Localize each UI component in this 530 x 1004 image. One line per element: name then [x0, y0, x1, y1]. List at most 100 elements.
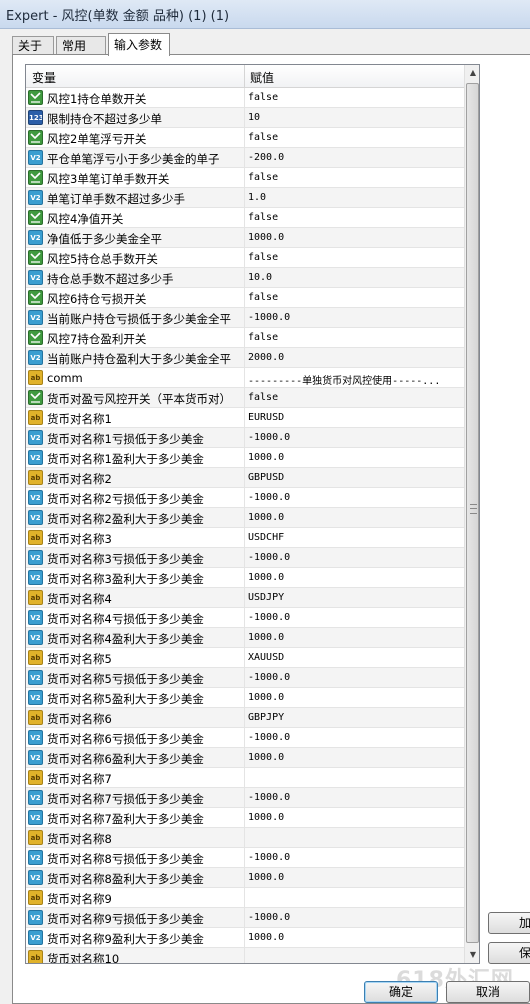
- parameter-row[interactable]: ab 货币对名称8: [26, 828, 464, 848]
- tab-input-parameters[interactable]: 输入参数: [108, 33, 170, 56]
- parameter-row[interactable]: V2 货币对名称4盈利大于多少美金 1000.0: [26, 628, 464, 648]
- scroll-down-arrow-icon[interactable]: ▼: [465, 947, 479, 963]
- parameter-row[interactable]: ab 货币对名称2 GBPUSD: [26, 468, 464, 488]
- parameter-row[interactable]: V2 净值低于多少美金全平 1000.0: [26, 228, 464, 248]
- parameter-value[interactable]: -1000.0: [248, 732, 460, 743]
- parameter-value[interactable]: 1000.0: [248, 232, 460, 243]
- parameter-value[interactable]: 1000.0: [248, 752, 460, 763]
- parameter-row[interactable]: V2 单笔订单手数不超过多少手 1.0: [26, 188, 464, 208]
- parameter-value[interactable]: false: [248, 172, 460, 183]
- parameter-value[interactable]: -1000.0: [248, 492, 460, 503]
- parameter-row[interactable]: V2 货币对名称1盈利大于多少美金 1000.0: [26, 448, 464, 468]
- parameter-row[interactable]: V2 货币对名称5盈利大于多少美金 1000.0: [26, 688, 464, 708]
- parameter-value[interactable]: -200.0: [248, 152, 460, 163]
- parameter-value[interactable]: -1000.0: [248, 672, 460, 683]
- parameter-row[interactable]: ab 货币对名称6 GBPJPY: [26, 708, 464, 728]
- parameter-row[interactable]: V2 货币对名称3盈利大于多少美金 1000.0: [26, 568, 464, 588]
- parameter-row[interactable]: V2 货币对名称8亏损低于多少美金 -1000.0: [26, 848, 464, 868]
- parameter-row[interactable]: V2 当前账户持仓亏损低于多少美金全平 -1000.0: [26, 308, 464, 328]
- vertical-scrollbar[interactable]: ▲ ▼: [464, 65, 479, 963]
- parameter-value[interactable]: false: [248, 292, 460, 303]
- parameter-value[interactable]: 1000.0: [248, 452, 460, 463]
- parameter-value[interactable]: false: [248, 132, 460, 143]
- tab-about[interactable]: 关于: [12, 36, 54, 55]
- parameter-row[interactable]: 风控7持仓盈利开关 false: [26, 328, 464, 348]
- parameter-value[interactable]: false: [248, 212, 460, 223]
- parameter-row[interactable]: V2 货币对名称9盈利大于多少美金 1000.0: [26, 928, 464, 948]
- parameter-value[interactable]: 2000.0: [248, 352, 460, 363]
- parameter-row[interactable]: ab 货币对名称9: [26, 888, 464, 908]
- parameter-row[interactable]: V2 货币对名称3亏损低于多少美金 -1000.0: [26, 548, 464, 568]
- parameter-value[interactable]: GBPJPY: [248, 712, 460, 723]
- parameter-row[interactable]: 货币对盈亏风控开关（平本货币对） false: [26, 388, 464, 408]
- parameter-row[interactable]: V2 货币对名称5亏损低于多少美金 -1000.0: [26, 668, 464, 688]
- parameter-row[interactable]: ab 货币对名称4 USDJPY: [26, 588, 464, 608]
- parameter-value[interactable]: EURUSD: [248, 412, 460, 423]
- parameter-row[interactable]: V2 货币对名称8盈利大于多少美金 1000.0: [26, 868, 464, 888]
- parameter-value[interactable]: false: [248, 252, 460, 263]
- parameter-value[interactable]: USDJPY: [248, 592, 460, 603]
- parameter-row[interactable]: ab comm ---------单独货币对风控使用-----...: [26, 368, 464, 388]
- load-button[interactable]: 加: [488, 912, 530, 934]
- parameter-value[interactable]: 1000.0: [248, 572, 460, 583]
- parameter-value[interactable]: 1000.0: [248, 932, 460, 943]
- scroll-up-arrow-icon[interactable]: ▲: [465, 65, 479, 81]
- parameter-row[interactable]: V2 货币对名称7亏损低于多少美金 -1000.0: [26, 788, 464, 808]
- column-header-variable[interactable]: 变量: [32, 69, 56, 86]
- parameter-row[interactable]: V2 货币对名称6盈利大于多少美金 1000.0: [26, 748, 464, 768]
- parameter-value[interactable]: ---------单独货币对风控使用-----...: [248, 372, 460, 387]
- save-button[interactable]: 保: [488, 942, 530, 964]
- parameter-value[interactable]: -1000.0: [248, 792, 460, 803]
- parameter-value[interactable]: 1000.0: [248, 872, 460, 883]
- ok-button[interactable]: 确定: [364, 981, 438, 1003]
- parameter-row[interactable]: V2 货币对名称7盈利大于多少美金 1000.0: [26, 808, 464, 828]
- parameter-value[interactable]: -1000.0: [248, 852, 460, 863]
- parameter-value[interactable]: 1000.0: [248, 512, 460, 523]
- parameter-row[interactable]: V2 货币对名称9亏损低于多少美金 -1000.0: [26, 908, 464, 928]
- parameter-row[interactable]: 风控1持仓单数开关 false: [26, 88, 464, 108]
- column-divider[interactable]: [244, 65, 245, 87]
- parameter-value[interactable]: 10.0: [248, 272, 460, 283]
- parameter-row[interactable]: ab 货币对名称3 USDCHF: [26, 528, 464, 548]
- parameter-value[interactable]: -1000.0: [248, 312, 460, 323]
- parameter-row[interactable]: 风控5持仓总手数开关 false: [26, 248, 464, 268]
- parameter-value[interactable]: XAUUSD: [248, 652, 460, 663]
- parameter-row[interactable]: V2 平仓单笔浮亏小于多少美金的单子 -200.0: [26, 148, 464, 168]
- column-header-value[interactable]: 赋值: [250, 69, 274, 86]
- parameter-value[interactable]: 10: [248, 112, 460, 123]
- parameter-value[interactable]: -1000.0: [248, 612, 460, 623]
- string-type-icon: ab: [28, 470, 43, 485]
- parameter-value[interactable]: 1000.0: [248, 632, 460, 643]
- parameter-row[interactable]: V2 货币对名称2盈利大于多少美金 1000.0: [26, 508, 464, 528]
- parameter-row[interactable]: 123 限制持仓不超过多少单 10: [26, 108, 464, 128]
- parameter-value[interactable]: 1.0: [248, 192, 460, 203]
- parameter-row[interactable]: ab 货币对名称1 EURUSD: [26, 408, 464, 428]
- parameter-row[interactable]: V2 货币对名称6亏损低于多少美金 -1000.0: [26, 728, 464, 748]
- parameter-value[interactable]: false: [248, 392, 460, 403]
- parameter-row[interactable]: V2 货币对名称4亏损低于多少美金 -1000.0: [26, 608, 464, 628]
- parameter-row[interactable]: V2 货币对名称2亏损低于多少美金 -1000.0: [26, 488, 464, 508]
- parameter-value[interactable]: -1000.0: [248, 552, 460, 563]
- parameter-row[interactable]: V2 当前账户持仓盈利大于多少美金全平 2000.0: [26, 348, 464, 368]
- tab-common[interactable]: 常用: [56, 36, 106, 55]
- parameter-row[interactable]: ab 货币对名称7: [26, 768, 464, 788]
- parameter-row[interactable]: V2 货币对名称1亏损低于多少美金 -1000.0: [26, 428, 464, 448]
- parameter-value[interactable]: 1000.0: [248, 812, 460, 823]
- parameter-row[interactable]: 风控2单笔浮亏开关 false: [26, 128, 464, 148]
- parameter-value[interactable]: -1000.0: [248, 432, 460, 443]
- parameter-value[interactable]: false: [248, 92, 460, 103]
- scrollbar-thumb[interactable]: [466, 83, 479, 943]
- parameter-row[interactable]: 风控4净值开关 false: [26, 208, 464, 228]
- parameter-row[interactable]: V2 持仓总手数不超过多少手 10.0: [26, 268, 464, 288]
- parameter-value[interactable]: USDCHF: [248, 532, 460, 543]
- parameter-value[interactable]: -1000.0: [248, 912, 460, 923]
- cancel-button[interactable]: 取消: [446, 981, 530, 1003]
- parameter-value[interactable]: 1000.0: [248, 692, 460, 703]
- cell-divider: [244, 928, 245, 948]
- parameter-row[interactable]: ab 货币对名称5 XAUUSD: [26, 648, 464, 668]
- grid-header: 变量 赋值: [26, 65, 464, 88]
- parameter-row[interactable]: 风控3单笔订单手数开关 false: [26, 168, 464, 188]
- parameter-value[interactable]: false: [248, 332, 460, 343]
- parameter-value[interactable]: GBPUSD: [248, 472, 460, 483]
- parameter-row[interactable]: 风控6持仓亏损开关 false: [26, 288, 464, 308]
